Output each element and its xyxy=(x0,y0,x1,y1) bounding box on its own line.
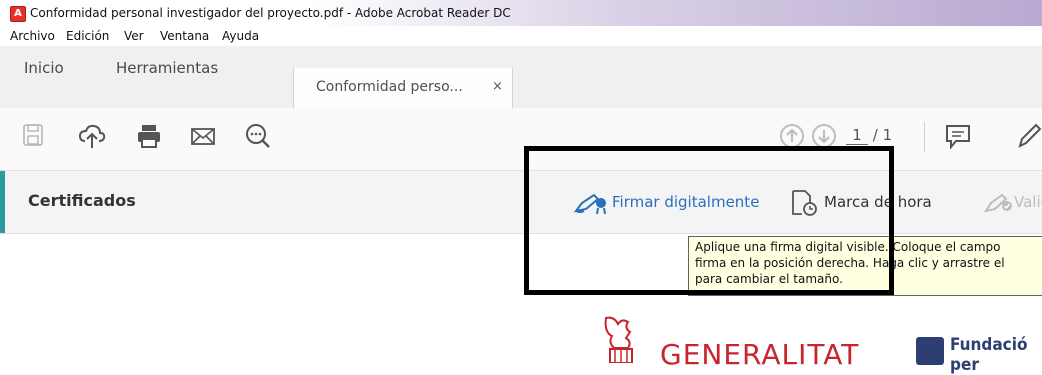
tab-bar: Inicio Herramientas Conformidad perso...… xyxy=(0,46,1042,109)
acrobat-app-icon: A xyxy=(10,6,26,22)
foundation-logo-icon xyxy=(916,337,944,365)
pen-icon[interactable] xyxy=(1014,122,1042,150)
menu-archivo[interactable]: Archivo xyxy=(10,26,55,46)
validate-pen-icon xyxy=(984,189,1014,217)
speech-bubble-icon[interactable] xyxy=(944,122,972,150)
window-title: Conformidad personal investigador del pr… xyxy=(30,6,511,20)
tab-document-label: Conformidad perso... xyxy=(316,79,463,95)
certificates-title: Certificados xyxy=(28,191,136,210)
close-icon[interactable]: × xyxy=(492,68,503,106)
tab-document[interactable]: Conformidad perso... × xyxy=(293,68,513,108)
window-titlebar: A Conformidad personal investigador del … xyxy=(0,0,1042,26)
foundation-logo-text: Fundació per xyxy=(950,335,1028,375)
cloud-upload-icon[interactable] xyxy=(78,122,106,150)
certificates-accent xyxy=(0,171,5,233)
menu-bar: Archivo Edición Ver Ventana Ayuda xyxy=(0,26,1042,46)
zoom-search-icon[interactable] xyxy=(244,122,272,150)
annotation-highlight-box xyxy=(524,146,894,295)
floppy-disk-icon[interactable] xyxy=(22,122,44,150)
menu-edicion[interactable]: Edición xyxy=(66,26,109,46)
page-indicator: 1 / 1 xyxy=(846,126,892,145)
page-total: / 1 xyxy=(872,126,893,144)
toolbar-divider xyxy=(924,122,925,152)
menu-ver[interactable]: Ver xyxy=(124,26,144,46)
validate-button[interactable]: Valida xyxy=(984,187,1042,217)
menu-ventana[interactable]: Ventana xyxy=(160,26,209,46)
validate-label: Valida xyxy=(1014,193,1042,211)
envelope-icon[interactable] xyxy=(190,122,216,150)
menu-ayuda[interactable]: Ayuda xyxy=(222,26,259,46)
printer-icon[interactable] xyxy=(136,122,162,150)
tab-herramientas[interactable]: Herramientas xyxy=(116,46,218,90)
generalitat-logo-text: GENERALITAT xyxy=(660,338,860,371)
tab-inicio[interactable]: Inicio xyxy=(24,46,64,90)
generalitat-emblem-icon xyxy=(596,316,646,367)
current-page-input[interactable]: 1 xyxy=(846,126,868,145)
